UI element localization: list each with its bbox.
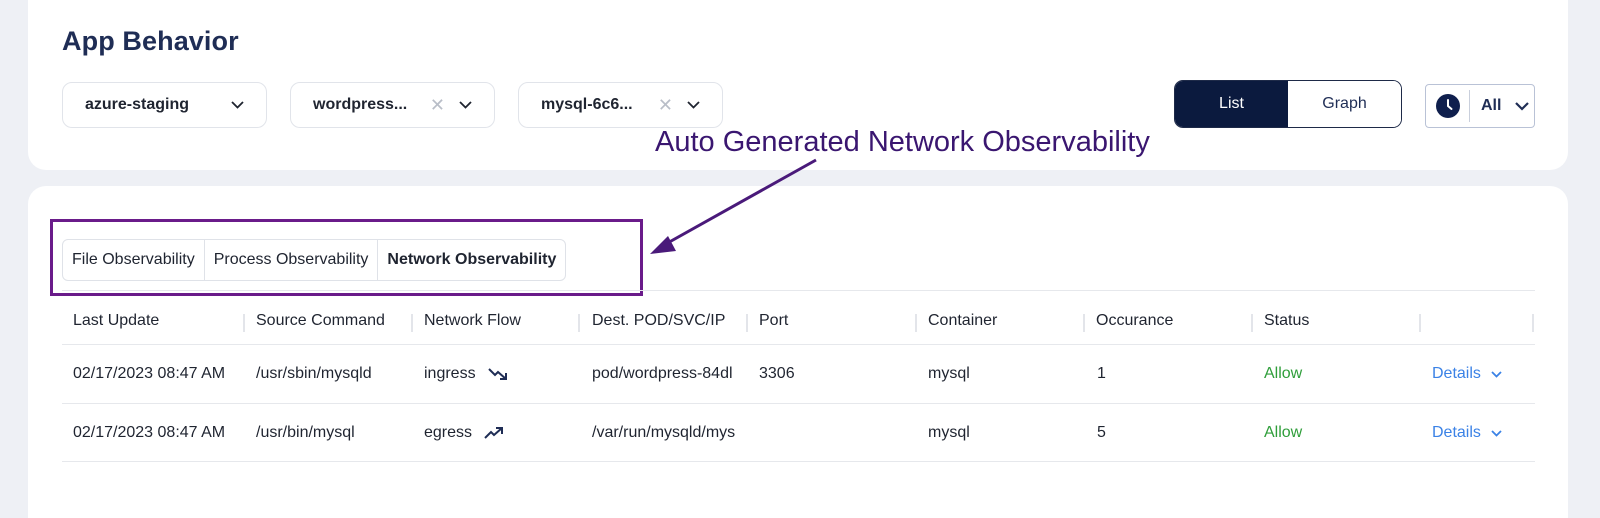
cell-dest: /var/run/mysqld/mys bbox=[592, 424, 736, 441]
column-header-network-flow[interactable]: Network Flow bbox=[424, 312, 521, 330]
chevron-down-icon bbox=[1491, 429, 1502, 437]
cell-dest: pod/wordpress-84dl bbox=[592, 365, 733, 382]
column-separator bbox=[243, 314, 245, 332]
divider bbox=[1469, 90, 1470, 122]
clear-icon[interactable]: ✕ bbox=[430, 95, 445, 116]
page-title: App Behavior bbox=[62, 26, 239, 56]
network-table: Last Update Source Command Network Flow … bbox=[62, 300, 1535, 462]
tab-process-observability[interactable]: Process Observability bbox=[205, 240, 379, 280]
list-view-button[interactable]: List bbox=[1175, 81, 1288, 127]
tab-file-observability[interactable]: File Observability bbox=[63, 240, 205, 280]
column-separator bbox=[746, 314, 748, 332]
cell-source-command: /usr/bin/mysql bbox=[256, 424, 355, 441]
details-label: Details bbox=[1432, 365, 1481, 382]
time-range-select[interactable]: All bbox=[1425, 84, 1535, 128]
namespace-select[interactable]: wordpress... ✕ bbox=[290, 82, 495, 128]
column-header-port[interactable]: Port bbox=[759, 312, 788, 330]
network-flow-label: ingress bbox=[424, 365, 476, 382]
details-button[interactable]: Details bbox=[1432, 365, 1502, 383]
pod-select-value: mysql-6c6... bbox=[541, 96, 633, 113]
cell-occurance: 5 bbox=[1097, 424, 1106, 441]
table-row: 02/17/2023 08:47 AM /usr/sbin/mysqld ing… bbox=[62, 344, 1535, 403]
cluster-select[interactable]: azure-staging bbox=[62, 82, 267, 128]
cell-last-update: 02/17/2023 08:47 AM bbox=[73, 365, 226, 382]
column-separator bbox=[1419, 314, 1421, 332]
column-separator bbox=[1251, 314, 1253, 332]
trending-down-icon bbox=[488, 368, 508, 380]
table-header: Last Update Source Command Network Flow … bbox=[62, 300, 1535, 344]
network-flow-label: egress bbox=[424, 424, 473, 441]
chevron-down-icon bbox=[231, 101, 244, 109]
chevron-down-icon bbox=[1515, 101, 1530, 111]
tab-network-observability[interactable]: Network Observability bbox=[378, 240, 565, 280]
cell-last-update: 02/17/2023 08:47 AM bbox=[73, 424, 226, 441]
clear-icon[interactable]: ✕ bbox=[658, 95, 673, 116]
column-header-status[interactable]: Status bbox=[1264, 312, 1309, 330]
column-separator bbox=[915, 314, 917, 332]
cell-status: Allow bbox=[1264, 424, 1303, 441]
details-label: Details bbox=[1432, 424, 1481, 441]
column-header-dest[interactable]: Dest. POD/SVC/IP bbox=[592, 312, 725, 330]
column-separator bbox=[1083, 314, 1085, 332]
cluster-select-value: azure-staging bbox=[85, 96, 190, 113]
column-header-container[interactable]: Container bbox=[928, 312, 997, 330]
view-toggle: List Graph bbox=[1174, 80, 1402, 128]
graph-view-button[interactable]: Graph bbox=[1288, 81, 1401, 127]
cell-container: mysql bbox=[928, 365, 970, 382]
observability-tabs: File Observability Process Observability… bbox=[62, 239, 567, 281]
cell-status: Allow bbox=[1264, 365, 1303, 382]
divider bbox=[62, 290, 1535, 291]
cell-port: 3306 bbox=[759, 365, 795, 382]
details-button[interactable]: Details bbox=[1432, 424, 1502, 442]
trending-up-icon bbox=[484, 426, 504, 439]
chevron-down-icon bbox=[687, 101, 700, 109]
column-header-occurance[interactable]: Occurance bbox=[1096, 312, 1173, 330]
time-range-value: All bbox=[1481, 97, 1502, 114]
column-separator bbox=[578, 314, 580, 332]
cell-container: mysql bbox=[928, 424, 970, 441]
namespace-select-value: wordpress... bbox=[313, 96, 408, 113]
cell-source-command: /usr/sbin/mysqld bbox=[256, 365, 372, 382]
table-row: 02/17/2023 08:47 AM /usr/bin/mysql egres… bbox=[62, 403, 1535, 462]
cell-network-flow: ingress bbox=[424, 365, 508, 383]
column-header-last-update[interactable]: Last Update bbox=[73, 312, 159, 330]
column-separator bbox=[411, 314, 413, 332]
pod-select[interactable]: mysql-6c6... ✕ bbox=[518, 82, 723, 128]
chevron-down-icon bbox=[1491, 370, 1502, 378]
chevron-down-icon bbox=[459, 101, 472, 109]
cell-network-flow: egress bbox=[424, 424, 504, 442]
column-header-source-command[interactable]: Source Command bbox=[256, 312, 385, 330]
annotation-label: Auto Generated Network Observability bbox=[655, 126, 1150, 158]
cell-occurance: 1 bbox=[1097, 365, 1106, 382]
column-separator bbox=[1532, 314, 1534, 332]
clock-icon bbox=[1436, 94, 1460, 118]
